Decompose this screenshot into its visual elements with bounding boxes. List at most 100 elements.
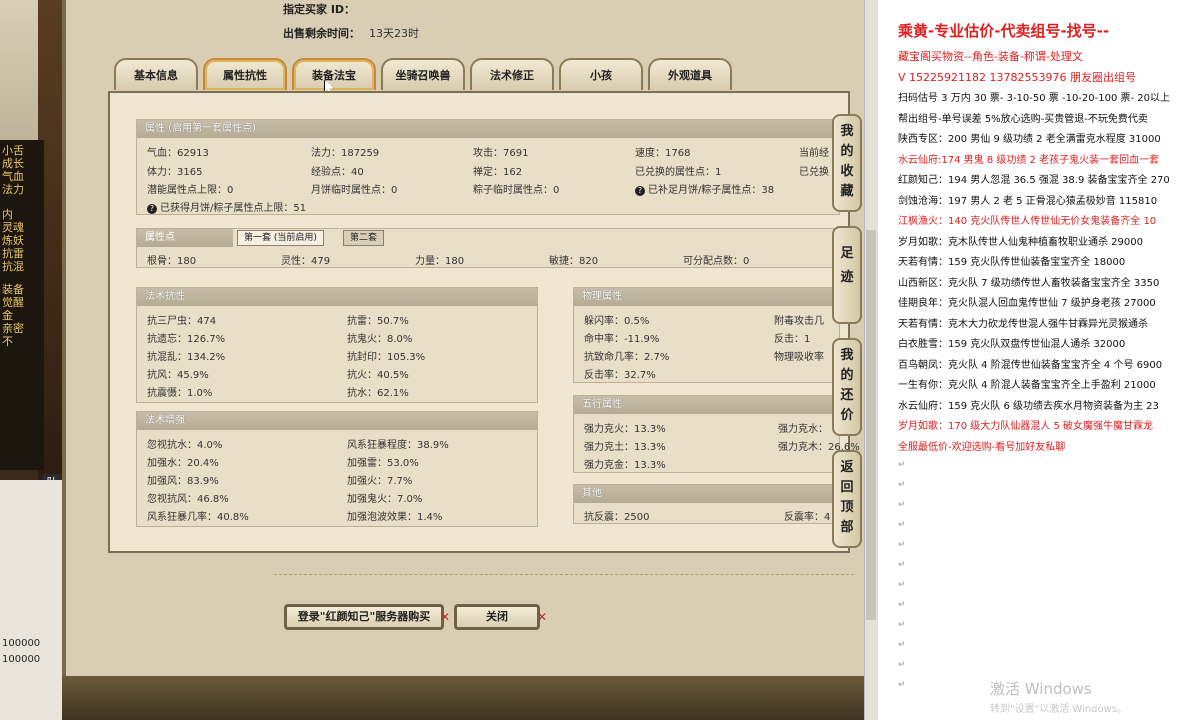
activation-watermark-sub: 转到"设置"以激活 Windows。 [990, 704, 1128, 715]
enhance-value: 忽视抗水：4.0% [147, 440, 223, 451]
doc-line: 陕西专区：200 男仙 9 级功绩 2 老全满雷克水程度 31000 [898, 134, 1161, 145]
enhance-value: 风系狂暴几率：40.8% [147, 512, 249, 523]
my-counteroffers-button[interactable]: 我的还价 [832, 338, 862, 436]
physical-value: 抗致命几率：2.7% [584, 352, 670, 363]
paragraph-mark: ↵ [898, 640, 906, 650]
close-x-icon: ✕ [440, 610, 451, 624]
attr-value: 潜能属性点上限：0 [147, 185, 234, 196]
paragraph-mark: ↵ [898, 500, 906, 510]
attr-value: 已兑换的属性点：1 [635, 167, 722, 178]
background-stat-line: 内 [2, 208, 13, 221]
background-stat-line: 气血 [2, 170, 24, 183]
tab-appearance[interactable]: 外观道具 [648, 58, 732, 90]
tab-spell-mod[interactable]: 法术修正 [470, 58, 554, 90]
attr-value: 禅定：162 [473, 167, 523, 178]
resist-value: 抗鬼火：8.0% [347, 334, 413, 345]
tab-points-set-2[interactable]: 第二套 [343, 230, 385, 246]
resist-value: 抗震慑：1.0% [147, 388, 213, 399]
background-stat-line: 金 [2, 309, 13, 322]
doc-line: 天若有情：克木大力砍龙传世混人强牛甘霖异光灵猴通杀 [898, 318, 1148, 330]
attr-value: 当前经 [799, 148, 829, 159]
doc-line: 水云仙府：159 克火队 6 级功绩去疾水月物资装备为主 23 [898, 400, 1159, 412]
tab-mount-summon[interactable]: 坐骑召唤兽 [381, 58, 465, 90]
doc-line: 剑蚀沧海：197 男人 2 老 5 正骨混心猿孟极妙音 115810 [898, 195, 1158, 207]
spell-enhance-panel: 法术增强 忽视抗水：4.0% 加强水：20.4% 加强风：83.9% 忽视抗风：… [136, 411, 538, 527]
physical-value: 躲闪率：0.5% [584, 316, 650, 327]
point-value: 力量：180 [415, 256, 465, 267]
physical-title: 物理属性 [574, 288, 839, 306]
enhance-value: 加强水：20.4% [147, 458, 219, 469]
resist-value: 抗封印：105.3% [347, 352, 426, 363]
close-x-icon: ✕ [537, 610, 548, 624]
background-stat-line: 小舌 [2, 144, 24, 157]
background-stat-line: 装备 [2, 283, 24, 296]
attr-value: 攻击：7691 [473, 148, 529, 159]
attr-value: 气血：62913 [147, 148, 209, 159]
physical-value: 物理吸收率 [774, 352, 824, 363]
enhance-value: 加强泡波效果：1.4% [347, 512, 443, 523]
point-value: 敏捷：820 [549, 256, 599, 267]
background-stat-line: 成长 [2, 157, 24, 170]
five-element-value: 强力克水： [778, 424, 828, 435]
doc-line: 百鸟朝凤：克火队 4 阶混传世仙装备宝宝齐全 4 个号 6900 [898, 359, 1163, 371]
spell-resist-title: 法术抗性 [137, 288, 537, 306]
paragraph-mark: ↵ [898, 660, 906, 670]
my-favorites-button[interactable]: 我的收藏 [832, 114, 862, 212]
background-stat-line: 抗雷 [2, 247, 24, 260]
physical-value: 命中率：-11.9% [584, 334, 660, 345]
background-stat-line: 抗混 [2, 260, 24, 273]
doc-line: 白衣胜雪：159 克火队双盘传世仙混人通杀 32000 [898, 339, 1126, 350]
other-panel: 其他 抗反震：2500 反震率：4 [573, 484, 840, 524]
doc-line: 帮出组号-单号误差 5%放心选购-买贵管退-不玩免费代卖 [898, 113, 1148, 125]
tab-child[interactable]: 小孩 [559, 58, 643, 90]
scrollbar-thumb[interactable] [866, 230, 876, 620]
tab-attribute-resist[interactable]: 属性抗性 [203, 58, 287, 90]
footprints-button[interactable]: 足迹 [832, 226, 862, 324]
question-icon[interactable]: ? [147, 204, 157, 214]
time-remaining-value: 13天23时 [369, 27, 419, 40]
paragraph-mark: ↵ [898, 680, 906, 690]
back-to-top-button[interactable]: 返回顶部 [832, 450, 862, 548]
login-server-buy-button[interactable]: 登录"红颜知己"服务器购买 [284, 604, 444, 630]
question-icon[interactable]: ? [635, 186, 645, 196]
five-element-value: 强力克土：13.3% [584, 442, 666, 453]
tab-basic-info[interactable]: 基本信息 [114, 58, 198, 90]
doc-line: V 15225921182 13782553976 朋友圈出组号 [898, 70, 1136, 84]
attr-value: 已兑换 [799, 167, 829, 178]
doc-line: 天若有情：159 克火队传世仙装备宝宝齐全 18000 [898, 257, 1126, 268]
doc-line: 水云仙府:174 男鬼 8 级功绩 2 老孩子鬼火装一套回血一套 [898, 154, 1160, 166]
doc-line: 佳期良年：克火队混人回血鬼传世仙 7 级护身老孩 27000 [898, 298, 1156, 309]
enhance-value: 加强风：83.9% [147, 476, 219, 487]
doc-line: 岁月如歌：170 级大力队仙器混人 5 破女魔强牛魔甘霖龙 [898, 421, 1153, 432]
tab-equipment[interactable]: 装备法宝 [292, 58, 376, 90]
enhance-value: 加强雷：53.0% [347, 458, 419, 469]
background-stat-line: 不 [2, 335, 13, 348]
spell-enhance-title: 法术增强 [137, 412, 537, 430]
background-stat-line: 炼妖 [2, 234, 24, 247]
spell-resist-panel: 法术抗性 抗三尸虫：474 抗遗忘：126.7% 抗混乱：134.2% 抗风：4… [136, 287, 538, 403]
attr-value: ? 已补足月饼/粽子属性点：38 [635, 181, 774, 196]
points-title: 属性点 [137, 229, 233, 247]
point-value: 可分配点数：0 [683, 256, 750, 267]
left-number: 100000 [2, 638, 41, 649]
close-button[interactable]: 关闭 [454, 604, 540, 630]
resist-value: 抗混乱：134.2% [147, 352, 226, 363]
paragraph-mark: ↵ [898, 480, 906, 490]
physical-value: 反击率：32.7% [584, 370, 656, 381]
tab-points-set-1[interactable]: 第一套 (当前启用) [237, 230, 324, 246]
attr-value: 法力：187259 [311, 148, 380, 159]
resist-value: 抗火：40.5% [347, 370, 409, 381]
attr-value: 粽子临时属性点：0 [473, 185, 560, 196]
resist-value: 抗三尸虫：474 [147, 316, 217, 327]
doc-line: 红颜知己：194 男人忽混 36.5 强混 38.9 装备宝宝齐全 270 [898, 175, 1170, 186]
paragraph-mark: ↵ [898, 560, 906, 570]
resist-value: 抗水：62.1% [347, 388, 409, 399]
buyer-id-label: 指定买家 ID： [283, 3, 356, 16]
resist-value: 抗雷：50.7% [347, 316, 409, 327]
other-title: 其他 [574, 485, 839, 503]
five-element-value: 强力克火：13.3% [584, 424, 666, 435]
enhance-value: 加强火：7.7% [347, 476, 413, 487]
separator [274, 574, 854, 575]
resist-value: 抗风：45.9% [147, 370, 209, 381]
five-element-title: 五行属性 [574, 396, 839, 414]
